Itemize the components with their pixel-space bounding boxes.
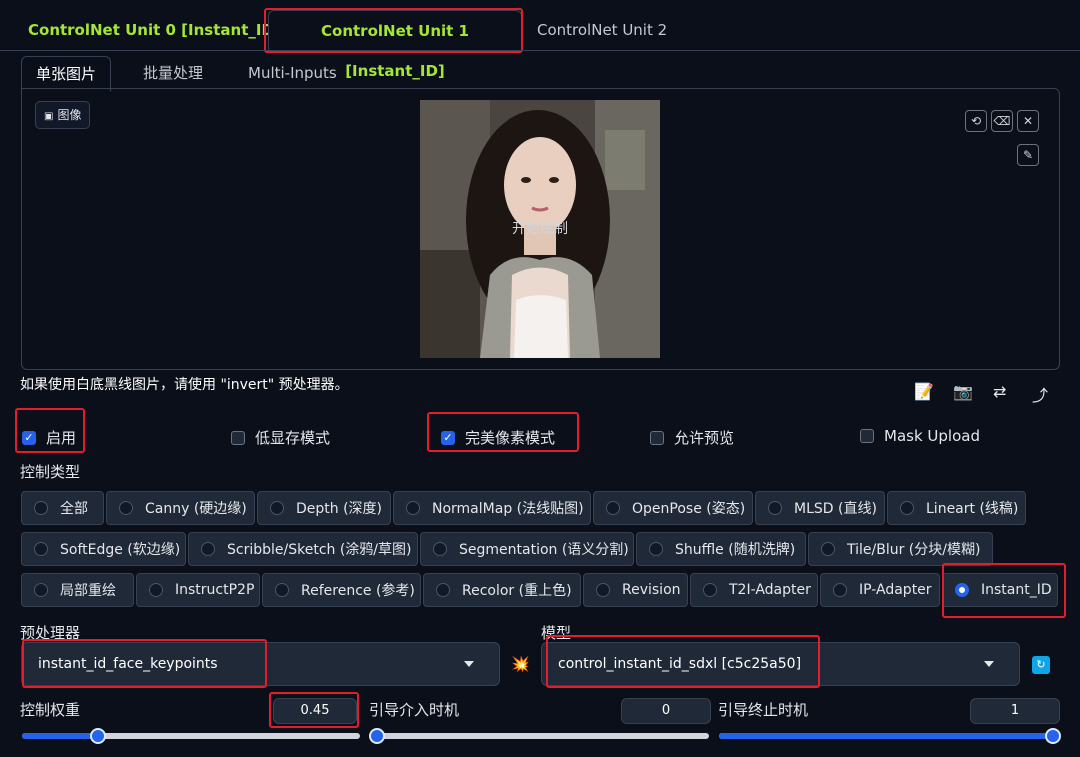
chevron-down-icon — [464, 661, 474, 667]
start-step-input[interactable]: 0 — [621, 698, 711, 724]
start-step-label: 引导介入时机 — [369, 701, 460, 719]
slider-handle[interactable] — [369, 728, 385, 744]
model-label: 模型 — [541, 624, 572, 642]
radio-circle-selected — [955, 583, 969, 597]
control-type-ip-adapter[interactable]: IP-Adapter — [820, 573, 940, 607]
control-type-label: 控制类型 — [20, 463, 81, 481]
uploaded-photo: 开始绘制 — [420, 100, 660, 358]
swap-icon[interactable]: ⇄ — [993, 382, 1006, 401]
tab-single-image[interactable]: 单张图片 — [21, 56, 112, 92]
new-canvas-icon[interactable]: 📝 — [914, 382, 934, 401]
check-icon: ✓ — [441, 430, 455, 445]
slider-handle[interactable] — [1045, 728, 1061, 744]
control-type-scribble[interactable]: Scribble/Sketch (涂鸦/草图) — [188, 532, 418, 566]
radio-circle — [821, 542, 835, 556]
tab-batch[interactable]: 批量处理 — [143, 56, 203, 90]
run-preprocessor-icon[interactable]: 💥 — [511, 655, 530, 673]
control-type-tile-blur[interactable]: Tile/Blur (分块/模糊) — [808, 532, 993, 566]
enable-checkbox[interactable]: ✓ 启用 — [22, 427, 76, 448]
end-step-input[interactable]: 1 — [970, 698, 1060, 724]
start-step-slider[interactable] — [369, 728, 709, 744]
radio-circle — [433, 542, 447, 556]
radio-circle — [34, 583, 48, 597]
checkbox-box — [231, 430, 245, 445]
undo-icon[interactable]: ⟲ — [965, 110, 987, 132]
model-select[interactable]: control_instant_id_sdxl [c5c25a50] — [541, 642, 1020, 686]
chevron-down-icon — [984, 661, 994, 667]
control-type-canny[interactable]: Canny (硬边缘) — [106, 491, 255, 525]
refresh-icon[interactable]: ↻ — [1032, 656, 1050, 674]
control-type-softedge[interactable]: SoftEdge (软边缘) — [21, 532, 186, 566]
control-type-segmentation[interactable]: Segmentation (语义分割) — [420, 532, 634, 566]
invert-hint: 如果使用白底黑线图片，请使用 "invert" 预处理器。 — [20, 377, 349, 393]
control-type-openpose[interactable]: OpenPose (姿态) — [593, 491, 753, 525]
slider-fill — [22, 733, 99, 739]
radio-circle — [275, 583, 289, 597]
control-weight-label: 控制权重 — [20, 701, 81, 719]
control-type-t2i-adapter[interactable]: T2I-Adapter — [690, 573, 818, 607]
mask-upload-checkbox[interactable]: Mask Upload — [860, 427, 980, 445]
radio-circle — [596, 583, 610, 597]
tab-unit-2[interactable]: ControlNet Unit 2 — [533, 10, 671, 50]
control-type-mlsd[interactable]: MLSD (直线) — [755, 491, 885, 525]
brush-icon[interactable]: ✎ — [1017, 144, 1039, 166]
preprocessor-label: 预处理器 — [20, 624, 81, 642]
control-type-depth[interactable]: Depth (深度) — [257, 491, 391, 525]
pixel-perfect-checkbox[interactable]: ✓ 完美像素模式 — [441, 427, 555, 448]
radio-circle — [649, 542, 663, 556]
control-weight-slider[interactable] — [22, 728, 360, 744]
control-type-lineart[interactable]: Lineart (线稿) — [887, 491, 1026, 525]
low-vram-checkbox[interactable]: 低显存模式 — [231, 427, 330, 448]
radio-circle — [149, 583, 163, 597]
tab-divider — [0, 50, 1080, 51]
control-type-revision[interactable]: Revision — [583, 573, 688, 607]
radio-circle — [34, 542, 48, 556]
control-type-instant-id[interactable]: Instant_ID — [942, 573, 1058, 607]
radio-circle — [201, 542, 215, 556]
tab-unit-1[interactable]: ControlNet Unit 1 [Instant_ID] — [268, 10, 522, 80]
radio-circle — [119, 501, 133, 515]
radio-circle — [606, 501, 620, 515]
radio-circle — [270, 501, 284, 515]
allow-preview-checkbox[interactable]: 允许预览 — [650, 427, 734, 448]
control-type-normalmap[interactable]: NormalMap (法线贴图) — [393, 491, 591, 525]
radio-circle — [900, 501, 914, 515]
control-weight-input[interactable]: 0.45 — [273, 698, 357, 724]
canvas-hint: 开始绘制 — [512, 221, 568, 237]
radio-circle — [436, 583, 450, 597]
radio-circle — [406, 501, 420, 515]
close-icon[interactable]: ✕ — [1017, 110, 1039, 132]
control-type-recolor[interactable]: Recolor (重上色) — [423, 573, 581, 607]
eraser-icon[interactable]: ⌫ — [991, 110, 1013, 132]
control-type-all[interactable]: 全部 — [21, 491, 104, 525]
tab-unit-0[interactable]: ControlNet Unit 0 [Instant_ID] — [24, 10, 285, 50]
check-icon: ✓ — [22, 430, 36, 445]
control-type-inpaint[interactable]: 局部重绘 — [21, 573, 134, 607]
slider-handle[interactable] — [90, 728, 107, 744]
checkbox-box — [650, 430, 664, 445]
camera-icon[interactable]: 📷 — [953, 382, 973, 401]
end-step-label: 引导终止时机 — [718, 701, 809, 719]
tab-multi-inputs[interactable]: Multi-Inputs — [248, 56, 337, 90]
end-step-slider[interactable] — [719, 728, 1061, 744]
control-type-instructp2p[interactable]: InstructP2P — [136, 573, 260, 607]
image-icon: ▣ — [44, 111, 54, 122]
send-dimensions-icon[interactable]: ⤴ — [1032, 382, 1048, 406]
image-label: ▣ 图像 — [35, 101, 91, 129]
radio-circle — [768, 501, 782, 515]
radio-circle — [703, 583, 717, 597]
preprocessor-select[interactable]: instant_id_face_keypoints — [21, 642, 500, 686]
slider-fill — [719, 733, 1059, 739]
control-type-shuffle[interactable]: Shuffle (随机洗牌) — [636, 532, 806, 566]
radio-circle — [833, 583, 847, 597]
control-type-reference[interactable]: Reference (参考) — [262, 573, 421, 607]
radio-circle — [34, 501, 48, 515]
checkbox-box — [860, 429, 874, 443]
